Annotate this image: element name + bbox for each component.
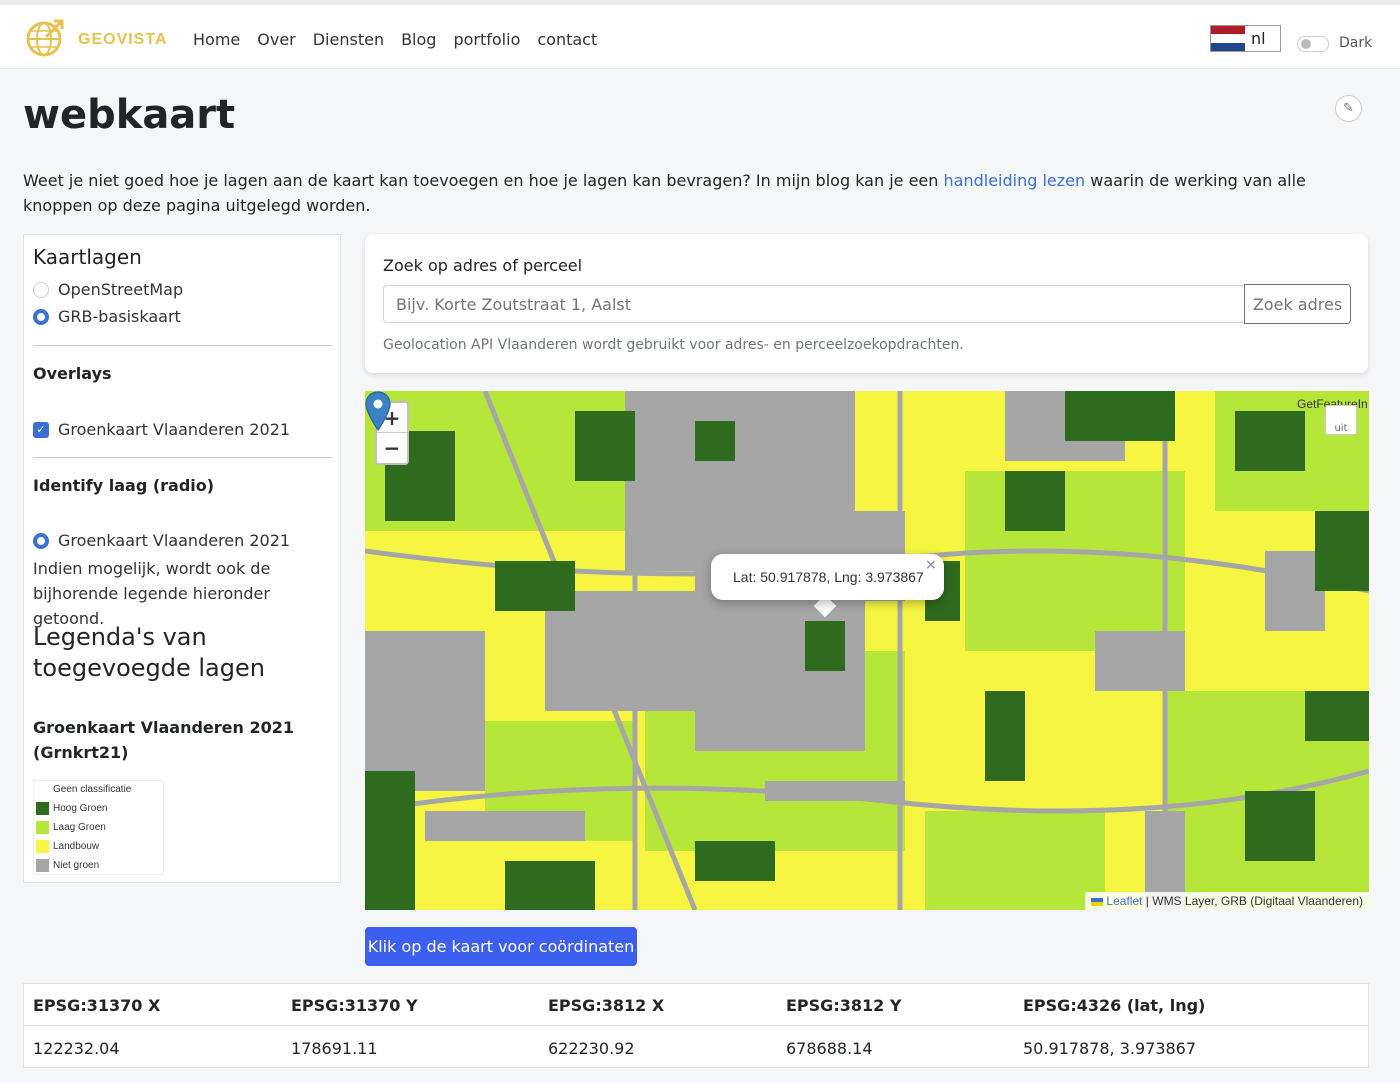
legend-swatch	[36, 840, 49, 853]
legend-item: Geen classificatie	[36, 783, 131, 796]
click-map-coordinates-button[interactable]: Klik op de kaart voor coördinaten	[365, 927, 637, 966]
language-code: nl	[1251, 29, 1266, 48]
map-marker-icon[interactable]	[365, 391, 391, 431]
legend-layer-title: Groenkaart Vlaanderen 2021 (Grnkrt21)	[33, 718, 294, 762]
handleiding-link[interactable]: handleiding lezen	[944, 171, 1086, 190]
legend-swatch	[36, 802, 49, 815]
top-navbar: GEOVISTA Home Over Diensten Blog portfol…	[0, 0, 1400, 69]
search-address-button[interactable]: Zoek adres	[1244, 284, 1351, 324]
legend-item: Hoog Groen	[36, 802, 107, 815]
table-header-row: EPSG:31370 X EPSG:31370 Y EPSG:3812 X EP…	[24, 984, 1368, 1026]
legend-heading: Legenda's van toegevoegde lagen	[33, 623, 265, 682]
ukraine-flag-icon	[1091, 897, 1104, 906]
table-header: EPSG:31370 Y	[291, 996, 418, 1015]
table-header: EPSG:3812 Y	[786, 996, 902, 1015]
table-header: EPSG:3812 X	[548, 996, 665, 1015]
base-layer-grb[interactable]: GRB-basiskaart	[33, 307, 181, 326]
nav-portfolio[interactable]: portfolio	[453, 30, 520, 49]
table-cell: 122232.04	[33, 1039, 120, 1058]
brand-name[interactable]: GEOVISTA	[78, 31, 168, 49]
table-row: 122232.04 178691.11 622230.92 678688.14 …	[24, 1027, 1368, 1069]
legend-item: Landbouw	[36, 840, 99, 853]
overlay-groenkaart[interactable]: ✓ Groenkaart Vlaanderen 2021	[33, 420, 290, 439]
legend-swatch	[36, 859, 49, 872]
legend-label: Niet groen	[53, 860, 100, 871]
radio-grb[interactable]	[33, 308, 49, 325]
nav-over[interactable]: Over	[257, 30, 295, 49]
identify-layer-label: Groenkaart Vlaanderen 2021	[58, 531, 291, 550]
netherlands-flag-icon	[1211, 26, 1245, 51]
search-label: Zoek op adres of perceel	[383, 256, 583, 275]
base-layer-osm[interactable]: OpenStreetMap	[33, 280, 183, 299]
edit-pencil-icon[interactable]: ✎	[1335, 95, 1362, 122]
identify-heading: Identify laag (radio)	[33, 476, 215, 495]
table-cell: 178691.11	[291, 1039, 378, 1058]
table-cell: 50.917878, 3.973867	[1023, 1039, 1197, 1058]
zoom-out-button[interactable]: −	[377, 433, 407, 463]
radio-osm[interactable]	[33, 281, 49, 298]
nav-diensten[interactable]: Diensten	[313, 30, 384, 49]
nav-contact[interactable]: contact	[537, 30, 597, 49]
legend-item: Laag Groen	[36, 821, 106, 834]
legend-item: Niet groen	[36, 859, 99, 872]
base-layer-label: OpenStreetMap	[58, 280, 184, 299]
intro-text: Weet je niet goed hoe je lagen aan de ka…	[23, 168, 1363, 218]
page-title: webkaart	[23, 92, 236, 138]
leaflet-link[interactable]: Leaflet	[1106, 894, 1142, 908]
language-selector[interactable]: nl	[1210, 25, 1281, 52]
legend-swatch	[36, 821, 49, 834]
overlays-heading: Overlays	[33, 364, 112, 383]
legend-label: Landbouw	[53, 841, 100, 852]
dark-mode-toggle[interactable]	[1297, 36, 1329, 52]
divider	[33, 457, 332, 458]
dark-mode-label: Dark	[1339, 35, 1373, 51]
legend-label: Hoog Groen	[53, 803, 108, 814]
legend-swatch	[36, 783, 49, 796]
table-header: EPSG:4326 (lat, lng)	[1023, 996, 1206, 1015]
address-search-card: Zoek op adres of perceel Zoek adres Geol…	[365, 234, 1368, 373]
overlay-label: Groenkaart Vlaanderen 2021	[58, 420, 291, 439]
table-cell: 622230.92	[548, 1039, 635, 1058]
divider	[33, 345, 332, 346]
getfeatureinfo-toggle[interactable]: uit	[1325, 405, 1357, 435]
globe-logo-icon[interactable]	[24, 17, 66, 59]
layers-sidebar: Kaartlagen OpenStreetMap GRB-basiskaart …	[23, 234, 341, 883]
intro-before: Weet je niet goed hoe je lagen aan de ka…	[23, 171, 944, 190]
web-map[interactable]: + − GetFeatureIn uit Lat: 50.917878, Lng…	[365, 391, 1369, 910]
nav-home[interactable]: Home	[193, 30, 240, 49]
address-search-input[interactable]	[383, 285, 1244, 323]
table-cell: 678688.14	[786, 1039, 873, 1058]
base-layer-label: GRB-basiskaart	[58, 307, 181, 326]
table-header: EPSG:31370 X	[33, 996, 161, 1015]
radio-identify[interactable]	[33, 532, 49, 549]
coordinate-table: EPSG:31370 X EPSG:31370 Y EPSG:3812 X EP…	[23, 983, 1369, 1068]
main-nav: Home Over Diensten Blog portfolio contac…	[193, 30, 597, 49]
map-attribution: Leaflet | WMS Layer, GRB (Digitaal Vlaan…	[1085, 892, 1369, 910]
checkbox-checked-icon[interactable]: ✓	[33, 421, 49, 438]
map-tiles[interactable]	[365, 391, 1369, 910]
legend-image: Geen classificatie Hoog Groen Laag Groen…	[33, 780, 164, 875]
identify-layer-groenkaart[interactable]: Groenkaart Vlaanderen 2021	[33, 531, 290, 550]
identify-note: Indien mogelijk, wordt ook de bijhorende…	[33, 559, 271, 628]
legend-label: Geen classificatie	[53, 784, 132, 795]
popup-close-icon[interactable]: ×	[925, 557, 937, 573]
coordinate-popup: Lat: 50.917878, Lng: 3.973867	[711, 554, 944, 600]
legend-label: Laag Groen	[53, 822, 106, 833]
nav-blog[interactable]: Blog	[401, 30, 436, 49]
search-hint: Geolocation API Vlaanderen wordt gebruik…	[383, 337, 964, 353]
kaartlagen-heading: Kaartlagen	[33, 245, 142, 269]
attribution-text: | WMS Layer, GRB (Digitaal Vlaanderen)	[1142, 894, 1363, 908]
